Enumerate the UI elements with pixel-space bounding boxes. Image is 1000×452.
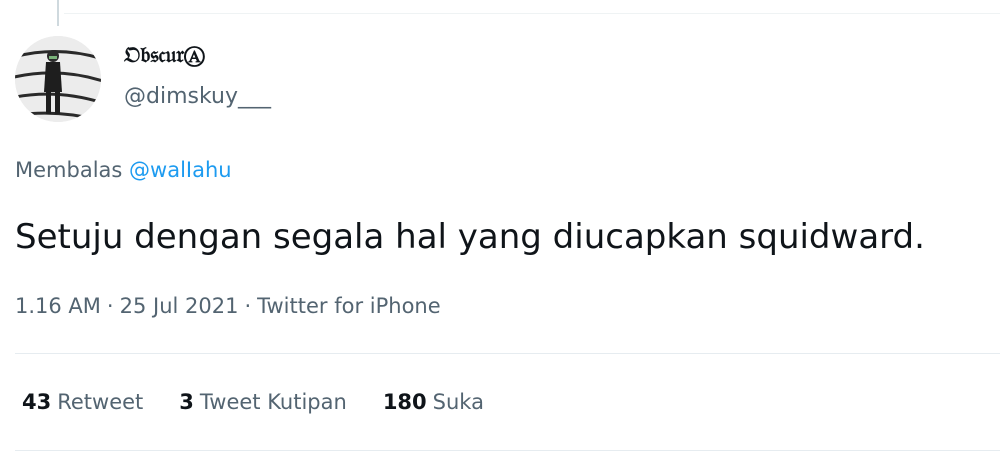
tweet-date-link[interactable]: 25 Jul 2021: [120, 294, 239, 318]
top-divider: [64, 13, 1000, 14]
reply-mention-link[interactable]: @walIahu: [129, 158, 232, 182]
tweet-text: Setuju dengan segala hal yang diucapkan …: [15, 217, 925, 257]
thread-connector-line: [57, 0, 59, 26]
avatar[interactable]: [15, 36, 101, 122]
author-display-name[interactable]: 𝔒𝔟𝔰𝔠𝔲𝔯Ⓐ: [124, 40, 205, 70]
reply-context: Membalas @walIahu: [15, 155, 232, 185]
tweet-time-link[interactable]: 1.16 AM: [15, 294, 101, 318]
like-count-link[interactable]: 180 Suka: [383, 387, 484, 417]
retweet-count: 43: [22, 390, 52, 414]
quote-tweet-label: Tweet Kutipan: [199, 390, 347, 414]
like-count: 180: [382, 390, 427, 414]
meta-separator: ·: [244, 294, 252, 318]
retweet-count-link[interactable]: 43 Retweet: [22, 387, 143, 417]
stats-bottom-divider: [15, 450, 1000, 451]
tweet-stats: 43 Retweet 3 Tweet Kutipan 180 Suka: [22, 387, 520, 417]
meta-separator: ·: [106, 294, 114, 318]
avatar-photo-image: [15, 36, 101, 122]
reply-prefix: Membalas: [15, 158, 123, 182]
retweet-label: Retweet: [57, 390, 144, 414]
tweet-source-link[interactable]: Twitter for iPhone: [257, 294, 441, 318]
like-label: Suka: [432, 390, 484, 414]
quote-tweet-count: 3: [179, 390, 194, 414]
stats-top-divider: [15, 353, 1000, 354]
quote-tweet-count-link[interactable]: 3 Tweet Kutipan: [179, 387, 347, 417]
author-handle[interactable]: @dimskuy___: [124, 82, 271, 112]
tweet-meta: 1.16 AM · 25 Jul 2021 · Twitter for iPhone: [15, 291, 441, 321]
